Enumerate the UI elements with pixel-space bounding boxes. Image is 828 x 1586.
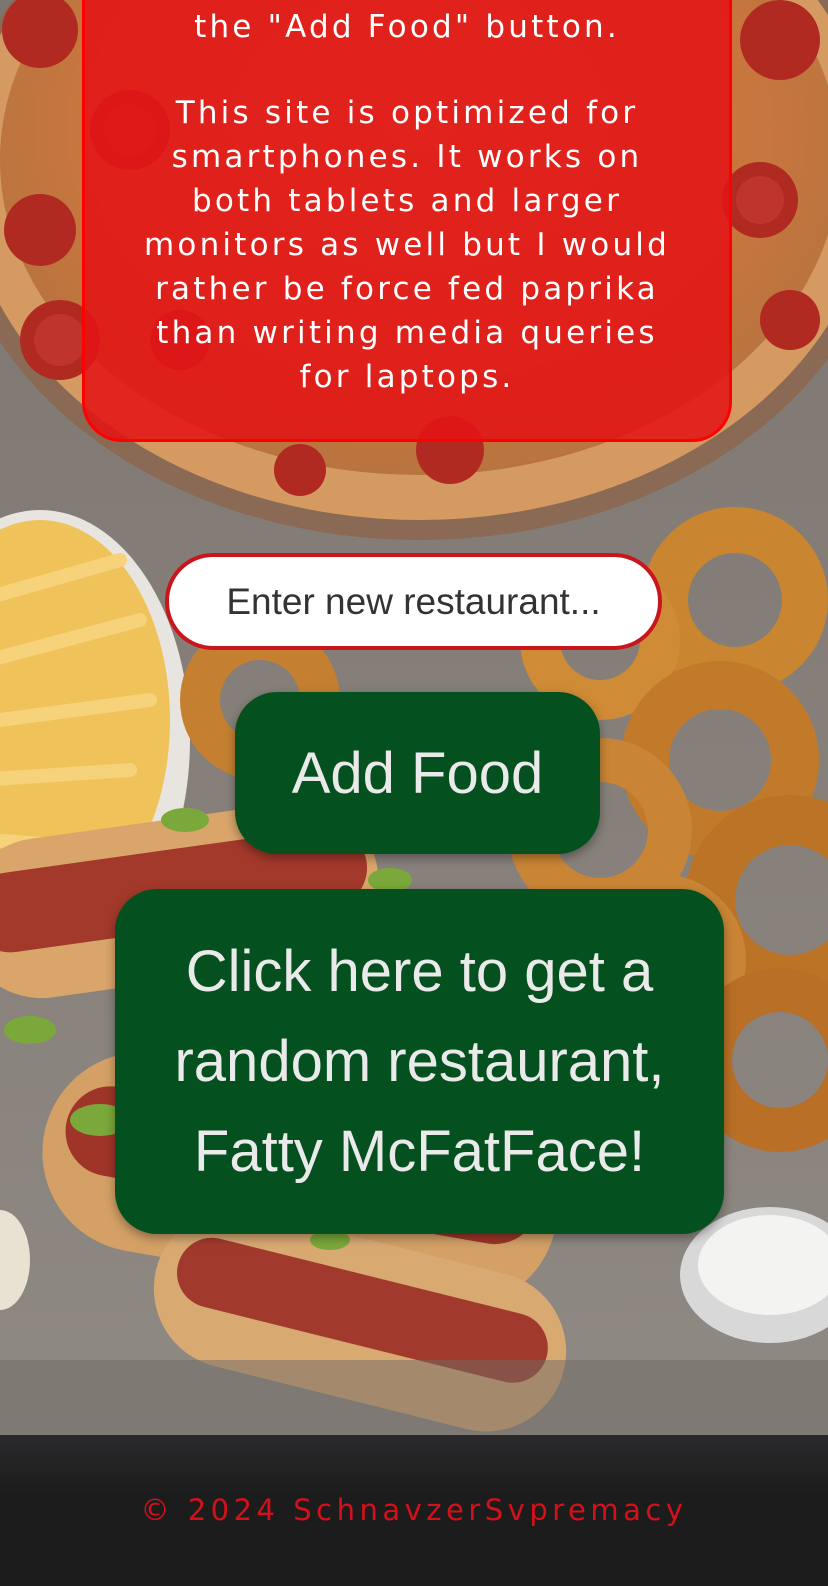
restaurant-input[interactable] <box>165 553 662 650</box>
footer: © 2024 SchnavzerSvpremacy <box>0 1435 828 1586</box>
info-card: the "Add Food" button. This site is opti… <box>82 0 732 442</box>
random-restaurant-button[interactable]: Click here to get a random restaurant, F… <box>115 889 724 1234</box>
add-food-button[interactable]: Add Food <box>235 692 600 854</box>
footer-copyright: © 2024 SchnavzerSvpremacy <box>140 1493 688 1527</box>
info-card-paragraph: This site is optimized for smartphones. … <box>144 95 670 395</box>
info-card-instruction-line: the "Add Food" button. <box>194 9 620 45</box>
